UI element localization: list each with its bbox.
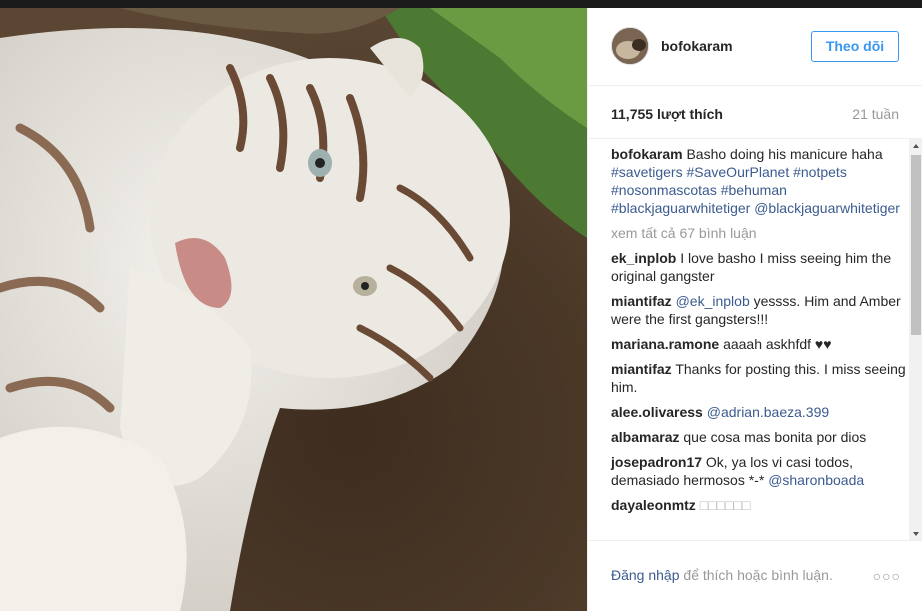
more-options-icon[interactable]: ○○○ — [873, 568, 901, 584]
comment-username[interactable]: miantifaz — [611, 361, 672, 377]
scroll-up-arrow-icon[interactable] — [909, 139, 922, 153]
comment-username[interactable]: alee.olivaress — [611, 404, 703, 420]
comment-text: □□□□□□ — [699, 497, 751, 513]
comments-section: bofokaram Basho doing his manicure haha … — [588, 138, 922, 540]
comments-list: bofokaram Basho doing his manicure haha … — [588, 139, 922, 514]
comment-username[interactable]: albamaraz — [611, 429, 679, 445]
hashtag-link[interactable]: #behuman — [721, 182, 787, 198]
login-prompt-text: để thích hoặc bình luận. — [679, 567, 833, 583]
hashtag-link[interactable]: #nosonmascotas — [611, 182, 717, 198]
likes-count[interactable]: 11,755 lượt thích — [611, 106, 723, 122]
hashtag-link[interactable]: #savetigers — [611, 164, 683, 180]
top-bar — [0, 0, 922, 8]
comment-item: miantifaz @ek_inplob yessss. Him and Amb… — [611, 292, 907, 328]
comment-username[interactable]: josepadron17 — [611, 454, 702, 470]
post-side-panel: bofokaram Theo dõi 11,755 lượt thích 21 … — [587, 8, 922, 611]
post-footer: Đăng nhập để thích hoặc bình luận. ○○○ — [588, 540, 922, 611]
view-all-comments-link[interactable]: xem tất cả 67 bình luận — [611, 224, 907, 242]
comments-scrollbar[interactable] — [909, 139, 922, 540]
comment-username[interactable]: dayaleonmtz — [611, 497, 696, 513]
caption-text: Basho doing his manicure haha — [686, 146, 883, 162]
avatar[interactable] — [611, 27, 649, 65]
comment-text: que cosa mas bonita por dios — [683, 429, 867, 445]
comment-item: dayaleonmtz □□□□□□ — [611, 496, 907, 514]
comment-item: miantifaz Thanks for posting this. I mis… — [611, 360, 907, 396]
login-prompt: Đăng nhập để thích hoặc bình luận. — [611, 567, 833, 583]
avatar-image — [612, 28, 648, 64]
comment-item: mariana.ramone aaaah askhfdf ♥♥ — [611, 335, 907, 353]
hashtag-link[interactable]: #SaveOurPlanet — [686, 164, 789, 180]
mention-link[interactable]: @ek_inplob — [676, 293, 750, 309]
comment-item: alee.olivaress @adrian.baeza.399 — [611, 403, 907, 421]
post-header: bofokaram Theo dõi — [588, 8, 922, 86]
mention-link[interactable]: @blackjaguarwhitetiger — [754, 200, 900, 216]
tiger-photo-image — [0, 8, 587, 611]
caption: bofokaram Basho doing his manicure haha … — [611, 145, 907, 217]
comment-item: albamaraz que cosa mas bonita por dios — [611, 428, 907, 446]
hashtag-link[interactable]: #notpets — [793, 164, 847, 180]
post-stats: 11,755 lượt thích 21 tuần — [588, 86, 922, 138]
scroll-down-arrow-icon[interactable] — [909, 527, 922, 540]
comment-username[interactable]: mariana.ramone — [611, 336, 719, 352]
comment-item: josepadron17 Ok, ya los vi casi todos, d… — [611, 453, 907, 489]
comment-text: aaaah askhfdf ♥♥ — [723, 336, 832, 352]
caption-username[interactable]: bofokaram — [611, 146, 683, 162]
comment-username[interactable]: ek_inplob — [611, 250, 676, 266]
post-username[interactable]: bofokaram — [661, 38, 733, 54]
mention-link[interactable]: @sharonboada — [768, 472, 864, 488]
comment-item: ek_inplob I love basho I miss seeing him… — [611, 249, 907, 285]
post-time[interactable]: 21 tuần — [852, 106, 899, 122]
follow-button[interactable]: Theo dõi — [811, 31, 899, 62]
login-link[interactable]: Đăng nhập — [611, 567, 680, 583]
post-photo[interactable] — [0, 8, 587, 611]
comment-username[interactable]: miantifaz — [611, 293, 672, 309]
scrollbar-thumb[interactable] — [911, 155, 921, 335]
mention-link[interactable]: @adrian.baeza.399 — [707, 404, 829, 420]
hashtag-link[interactable]: #blackjaguarwhitetiger — [611, 200, 750, 216]
